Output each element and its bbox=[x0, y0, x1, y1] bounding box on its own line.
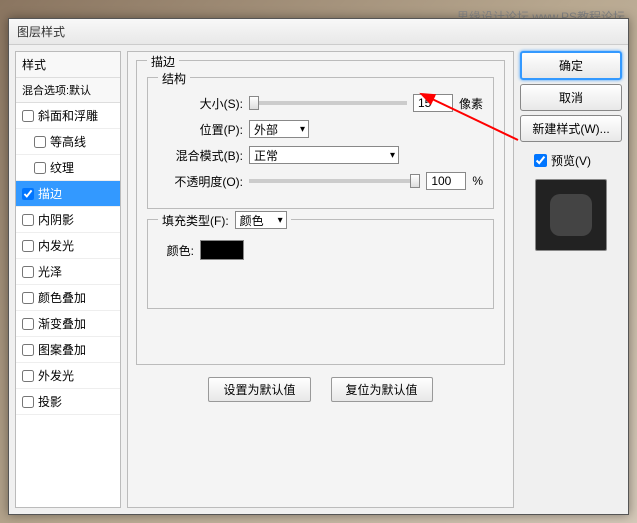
position-label: 位置(P): bbox=[158, 121, 243, 138]
style-item-label: 渐变叠加 bbox=[38, 315, 86, 332]
preview-label: 预览(V) bbox=[551, 152, 591, 169]
set-default-button[interactable]: 设置为默认值 bbox=[208, 377, 310, 402]
color-label: 颜色: bbox=[158, 242, 194, 259]
style-checkbox[interactable] bbox=[22, 214, 34, 226]
structure-title: 结构 bbox=[158, 70, 190, 87]
style-item-label: 内阴影 bbox=[38, 211, 74, 228]
size-unit: 像素 bbox=[459, 95, 483, 112]
titlebar[interactable]: 图层样式 bbox=[9, 19, 628, 45]
opacity-input[interactable] bbox=[426, 172, 466, 190]
position-select[interactable]: 外部 bbox=[249, 120, 309, 138]
style-item-label: 外发光 bbox=[38, 367, 74, 384]
size-row: 大小(S): 像素 bbox=[158, 94, 483, 112]
style-checkbox[interactable] bbox=[22, 370, 34, 382]
style-checkbox[interactable] bbox=[22, 396, 34, 408]
opacity-unit: % bbox=[472, 174, 483, 188]
style-item-label: 图案叠加 bbox=[38, 341, 86, 358]
style-item-label: 斜面和浮雕 bbox=[38, 107, 98, 124]
style-item-label: 纹理 bbox=[50, 159, 74, 176]
style-checkbox[interactable] bbox=[22, 188, 34, 200]
style-item[interactable]: 内发光 bbox=[16, 233, 120, 259]
cancel-button[interactable]: 取消 bbox=[520, 84, 622, 111]
opacity-slider[interactable] bbox=[249, 179, 420, 183]
style-item[interactable]: 图案叠加 bbox=[16, 337, 120, 363]
style-item[interactable]: 外发光 bbox=[16, 363, 120, 389]
size-label: 大小(S): bbox=[158, 95, 243, 112]
main-panel: 描边 结构 大小(S): 像素 位置(P): 外部 bbox=[127, 51, 514, 508]
style-item[interactable]: 投影 bbox=[16, 389, 120, 415]
style-checkbox[interactable] bbox=[34, 162, 46, 174]
default-buttons: 设置为默认值 复位为默认值 bbox=[136, 377, 505, 402]
fill-type-select[interactable]: 颜色 bbox=[235, 211, 287, 229]
blend-options[interactable]: 混合选项:默认 bbox=[16, 78, 120, 103]
style-checkbox[interactable] bbox=[34, 136, 46, 148]
style-item[interactable]: 颜色叠加 bbox=[16, 285, 120, 311]
styles-panel: 样式 混合选项:默认 斜面和浮雕等高线纹理描边内阴影内发光光泽颜色叠加渐变叠加图… bbox=[15, 51, 121, 508]
style-checkbox[interactable] bbox=[22, 318, 34, 330]
style-item[interactable]: 内阴影 bbox=[16, 207, 120, 233]
dialog-title: 图层样式 bbox=[17, 23, 65, 40]
style-checkbox[interactable] bbox=[22, 240, 34, 252]
slider-thumb[interactable] bbox=[249, 96, 259, 110]
size-slider[interactable] bbox=[249, 101, 407, 105]
dialog-body: 样式 混合选项:默认 斜面和浮雕等高线纹理描边内阴影内发光光泽颜色叠加渐变叠加图… bbox=[9, 45, 628, 514]
slider-thumb[interactable] bbox=[410, 174, 420, 188]
layer-style-dialog: 图层样式 样式 混合选项:默认 斜面和浮雕等高线纹理描边内阴影内发光光泽颜色叠加… bbox=[8, 18, 629, 515]
preview-checkbox-row: 预览(V) bbox=[534, 152, 622, 169]
position-row: 位置(P): 外部 bbox=[158, 120, 483, 138]
size-input[interactable] bbox=[413, 94, 453, 112]
preview-inner bbox=[550, 194, 592, 236]
style-item[interactable]: 光泽 bbox=[16, 259, 120, 285]
color-swatch[interactable] bbox=[200, 240, 244, 260]
preview-box bbox=[535, 179, 607, 251]
style-item-label: 描边 bbox=[38, 185, 62, 202]
ok-button[interactable]: 确定 bbox=[520, 51, 622, 80]
blend-mode-label: 混合模式(B): bbox=[158, 147, 243, 164]
reset-default-button[interactable]: 复位为默认值 bbox=[331, 377, 433, 402]
opacity-label: 不透明度(O): bbox=[158, 173, 243, 190]
style-item-label: 光泽 bbox=[38, 263, 62, 280]
style-item[interactable]: 纹理 bbox=[16, 155, 120, 181]
style-checkbox[interactable] bbox=[22, 110, 34, 122]
new-style-button[interactable]: 新建样式(W)... bbox=[520, 115, 622, 142]
styles-header[interactable]: 样式 bbox=[16, 52, 120, 78]
opacity-row: 不透明度(O): % bbox=[158, 172, 483, 190]
style-item-label: 颜色叠加 bbox=[38, 289, 86, 306]
style-checkbox[interactable] bbox=[22, 266, 34, 278]
style-item[interactable]: 渐变叠加 bbox=[16, 311, 120, 337]
style-item-label: 内发光 bbox=[38, 237, 74, 254]
right-panel: 确定 取消 新建样式(W)... 预览(V) bbox=[520, 51, 622, 508]
preview-checkbox[interactable] bbox=[534, 154, 547, 167]
style-item[interactable]: 等高线 bbox=[16, 129, 120, 155]
blend-mode-row: 混合模式(B): 正常 bbox=[158, 146, 483, 164]
blend-mode-select[interactable]: 正常 bbox=[249, 146, 399, 164]
main-group-title: 描边 bbox=[147, 53, 179, 70]
style-item-label: 投影 bbox=[38, 393, 62, 410]
style-checkbox[interactable] bbox=[22, 344, 34, 356]
style-item[interactable]: 描边 bbox=[16, 181, 120, 207]
style-item-label: 等高线 bbox=[50, 133, 86, 150]
fill-type-label: 填充类型(F): bbox=[162, 212, 229, 229]
style-checkbox[interactable] bbox=[22, 292, 34, 304]
style-item[interactable]: 斜面和浮雕 bbox=[16, 103, 120, 129]
